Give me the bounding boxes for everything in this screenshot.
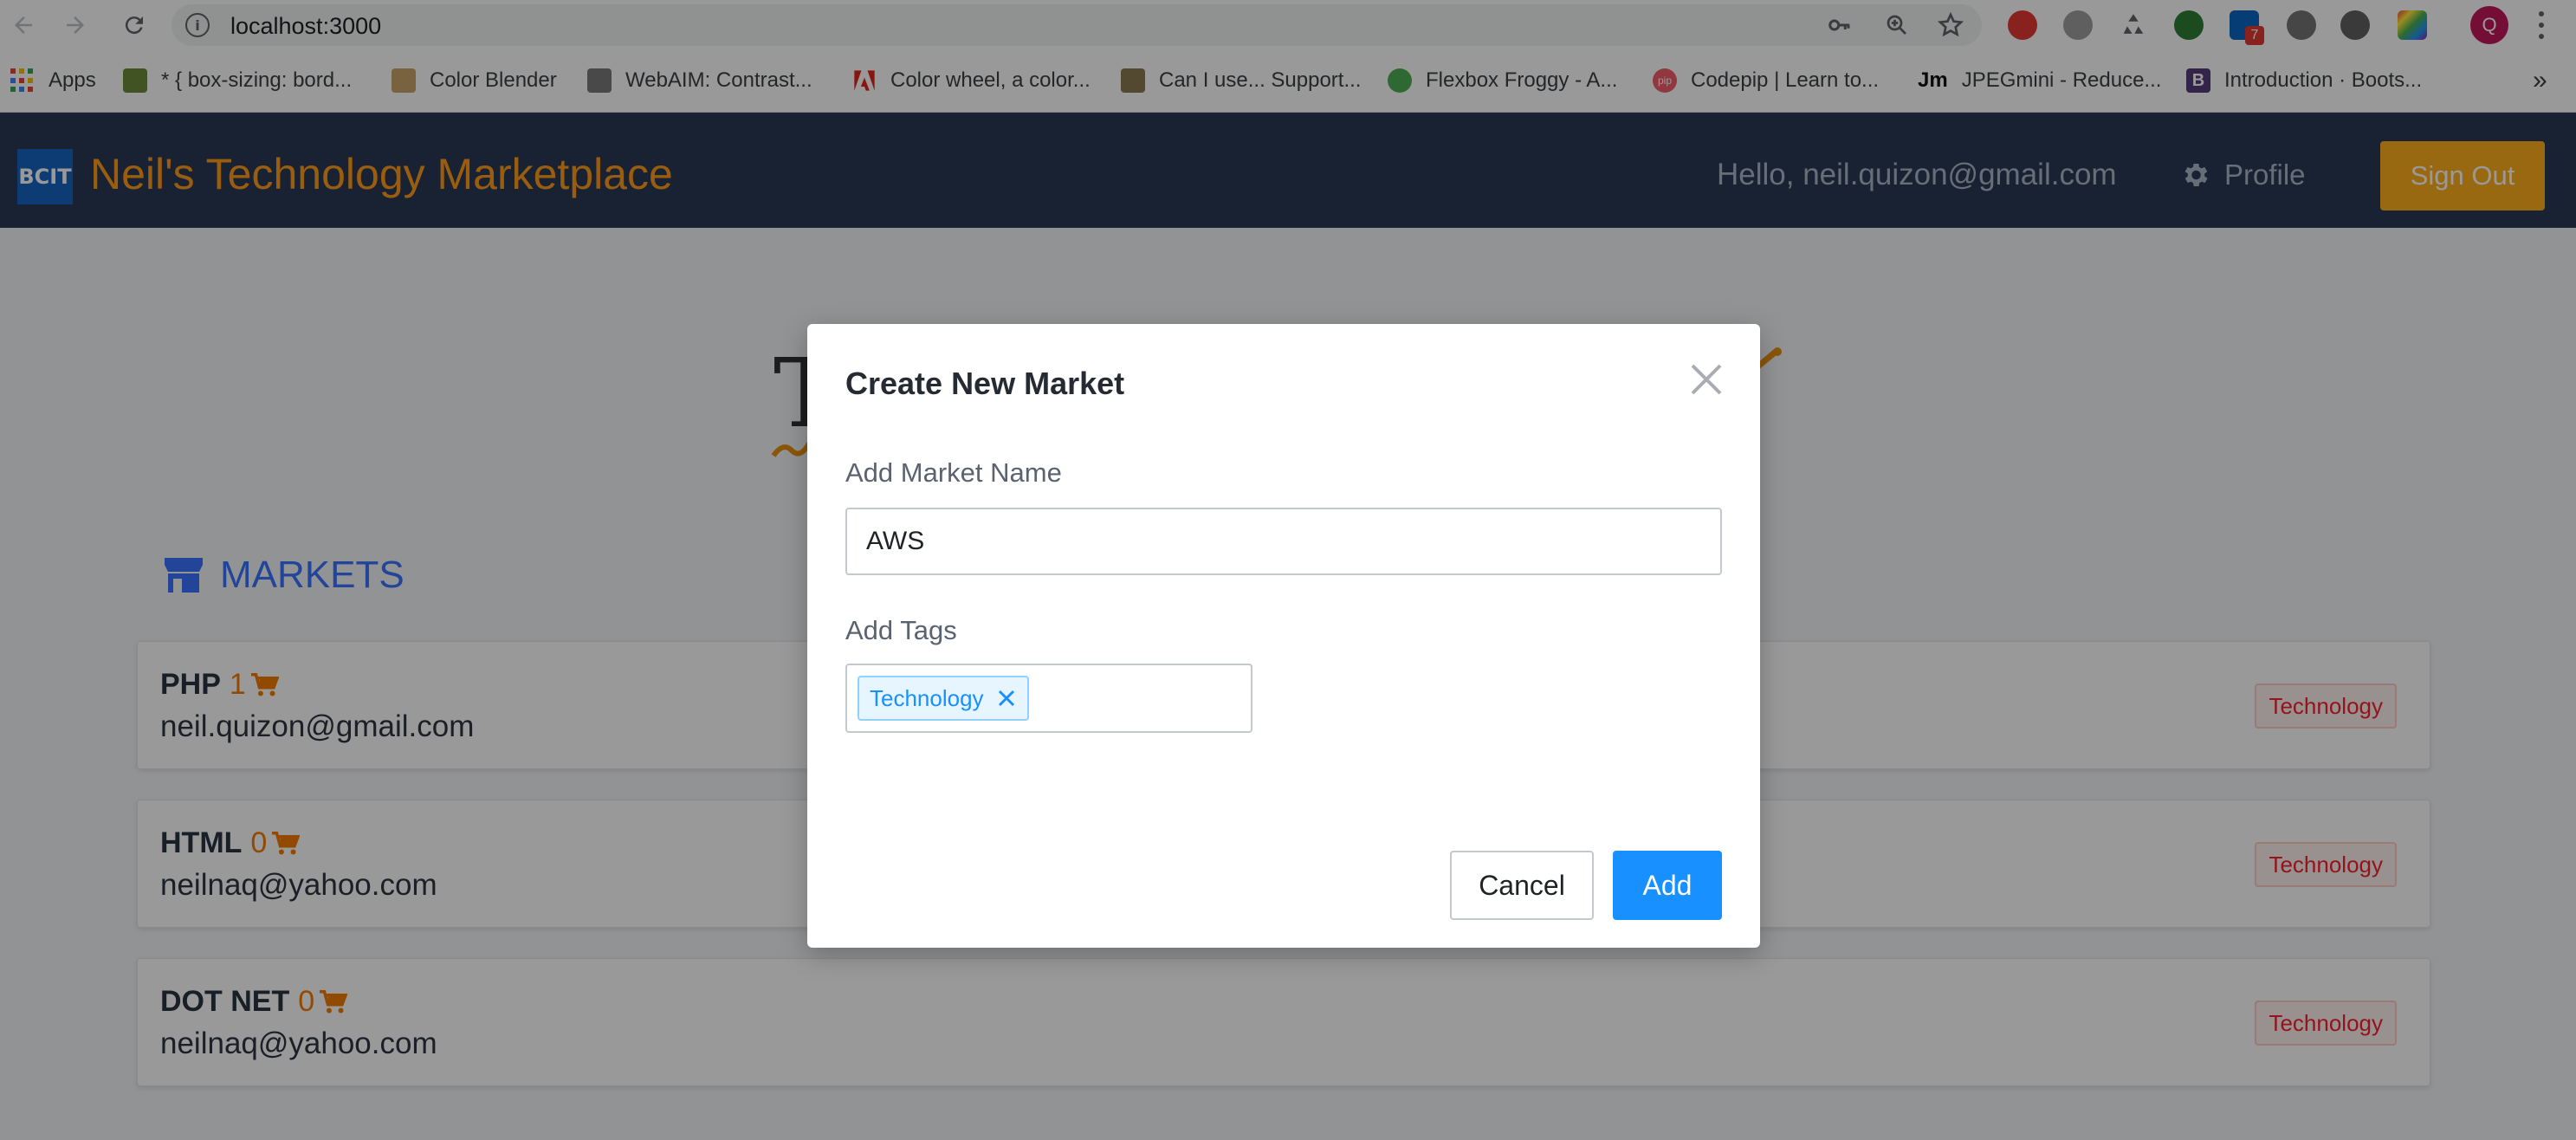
selected-tag-chip: Technology [858,676,1029,721]
cancel-button[interactable]: Cancel [1450,851,1594,920]
close-icon[interactable] [1687,360,1725,398]
tag-chip-label: Technology [870,684,984,711]
tags-select[interactable]: Technology [845,664,1252,733]
market-name-label: Add Market Name [845,457,1062,488]
add-button[interactable]: Add [1613,851,1722,920]
tags-label: Add Tags [845,615,957,645]
market-name-input[interactable] [845,508,1722,575]
remove-tag-icon[interactable] [996,688,1017,709]
create-market-dialog: Create New Market Add Market Name Add Ta… [807,324,1760,948]
dialog-title: Create New Market [845,366,1125,401]
